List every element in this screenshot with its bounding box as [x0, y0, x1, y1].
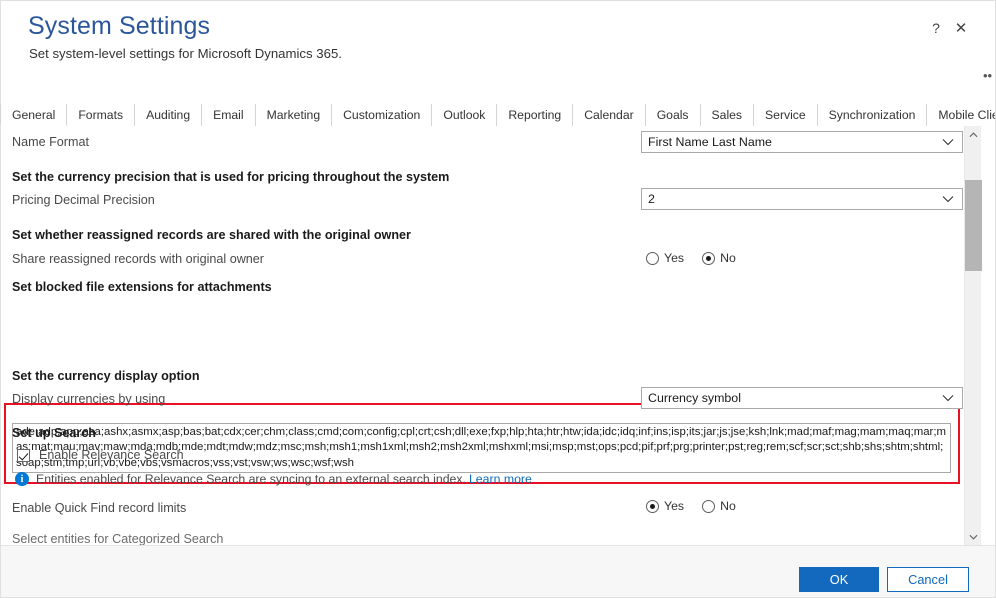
display-currencies-label: Display currencies by using: [12, 392, 166, 406]
chevron-down-icon: [942, 395, 954, 402]
tab-outlook[interactable]: Outlook: [432, 104, 498, 126]
ok-button[interactable]: OK: [799, 567, 879, 592]
share-reassigned-yes-radio[interactable]: Yes: [646, 251, 684, 265]
dialog-footer: OK Cancel: [0, 545, 996, 598]
blocked-extensions-heading: Set blocked file extensions for attachme…: [12, 280, 272, 294]
name-format-value: First Name Last Name: [648, 135, 772, 149]
setup-search-heading: Set up Search: [12, 426, 96, 440]
content-scrollbar[interactable]: [964, 126, 982, 545]
chevron-down-icon: [942, 139, 954, 146]
tab-customization[interactable]: Customization: [332, 104, 433, 126]
radio-circle-icon: [646, 251, 659, 265]
name-format-dropdown[interactable]: First Name Last Name: [641, 131, 963, 153]
tab-auditing[interactable]: Auditing: [135, 104, 203, 126]
tab-mobile-client[interactable]: Mobile Client: [927, 104, 996, 126]
share-reassigned-yes-label: Yes: [664, 251, 685, 265]
pricing-decimal-precision-dropdown[interactable]: 2: [641, 188, 963, 210]
chevron-down-icon: [942, 196, 954, 203]
display-currencies-value: Currency symbol: [648, 391, 741, 405]
system-settings-dialog: System Settings Set system-level setting…: [0, 0, 996, 598]
cancel-button[interactable]: Cancel: [887, 567, 969, 592]
radio-circle-selected-icon: [702, 251, 716, 265]
share-reassigned-no-label: No: [720, 251, 736, 265]
help-icon[interactable]: ?: [925, 17, 947, 39]
tab-service[interactable]: Service: [754, 104, 818, 126]
currency-display-heading: Set the currency display option: [12, 369, 200, 383]
settings-tabstrip: General Formats Auditing Email Marketing…: [0, 104, 996, 126]
share-reassigned-records-label: Share reassigned records with original o…: [12, 252, 265, 266]
categorized-search-label: Select entities for Categorized Search: [12, 532, 224, 545]
general-tab-content: Name Format First Name Last Name Set the…: [0, 126, 964, 545]
tab-synchronization[interactable]: Synchronization: [817, 104, 928, 126]
enable-relevance-search-label: Enable Relevance Search: [39, 448, 184, 462]
scroll-down-arrow-icon[interactable]: [965, 528, 982, 545]
quick-find-yes-label: Yes: [664, 499, 685, 513]
relevance-search-info-row: i Entities enabled for Relevance Search …: [15, 472, 532, 486]
pricing-decimal-precision-label: Pricing Decimal Precision: [12, 193, 155, 207]
radio-circle-icon: [702, 499, 716, 513]
enable-relevance-search-checkbox[interactable]: Enable Relevance Search: [17, 448, 184, 462]
radio-circle-selected-icon: [646, 499, 659, 513]
tab-email[interactable]: Email: [202, 104, 256, 126]
tab-marketing[interactable]: Marketing: [255, 104, 333, 126]
name-format-label: Name Format: [12, 135, 89, 149]
close-icon[interactable]: ✕: [950, 17, 972, 39]
share-reassigned-records-radio-group: Yes No: [646, 251, 754, 265]
dialog-header: System Settings Set system-level setting…: [0, 0, 996, 98]
quick-find-yes-radio[interactable]: Yes: [646, 499, 684, 513]
page-subtitle: Set system-level settings for Microsoft …: [29, 46, 342, 61]
currency-precision-heading: Set the currency precision that is used …: [12, 170, 450, 184]
display-currencies-dropdown[interactable]: Currency symbol: [641, 387, 963, 409]
tab-reporting[interactable]: Reporting: [497, 104, 574, 126]
quick-find-no-radio[interactable]: No: [702, 499, 736, 513]
reassigned-records-heading: Set whether reassigned records are share…: [12, 228, 411, 242]
overflow-ellipsis-icon[interactable]: ••: [983, 69, 992, 82]
share-reassigned-no-radio[interactable]: No: [702, 251, 736, 265]
checkbox-checked-icon: [17, 448, 30, 462]
tab-sales[interactable]: Sales: [700, 104, 755, 126]
quick-find-no-label: No: [720, 499, 736, 513]
learn-more-link[interactable]: Learn more: [469, 472, 532, 486]
quick-find-record-limits-label: Enable Quick Find record limits: [12, 501, 187, 515]
scrollbar-thumb[interactable]: [965, 180, 982, 271]
info-icon: i: [15, 472, 29, 486]
tab-goals[interactable]: Goals: [645, 104, 701, 126]
relevance-search-info-text: Entities enabled for Relevance Search ar…: [36, 472, 466, 486]
pricing-decimal-precision-value: 2: [648, 192, 655, 206]
page-title: System Settings: [28, 12, 211, 40]
tab-calendar[interactable]: Calendar: [573, 104, 646, 126]
scroll-up-arrow-icon[interactable]: [965, 126, 982, 143]
settings-content-pane: Name Format First Name Last Name Set the…: [0, 126, 996, 545]
tab-general[interactable]: General: [0, 104, 68, 126]
quick-find-radio-group: Yes No: [646, 499, 754, 513]
tab-formats[interactable]: Formats: [67, 104, 136, 126]
